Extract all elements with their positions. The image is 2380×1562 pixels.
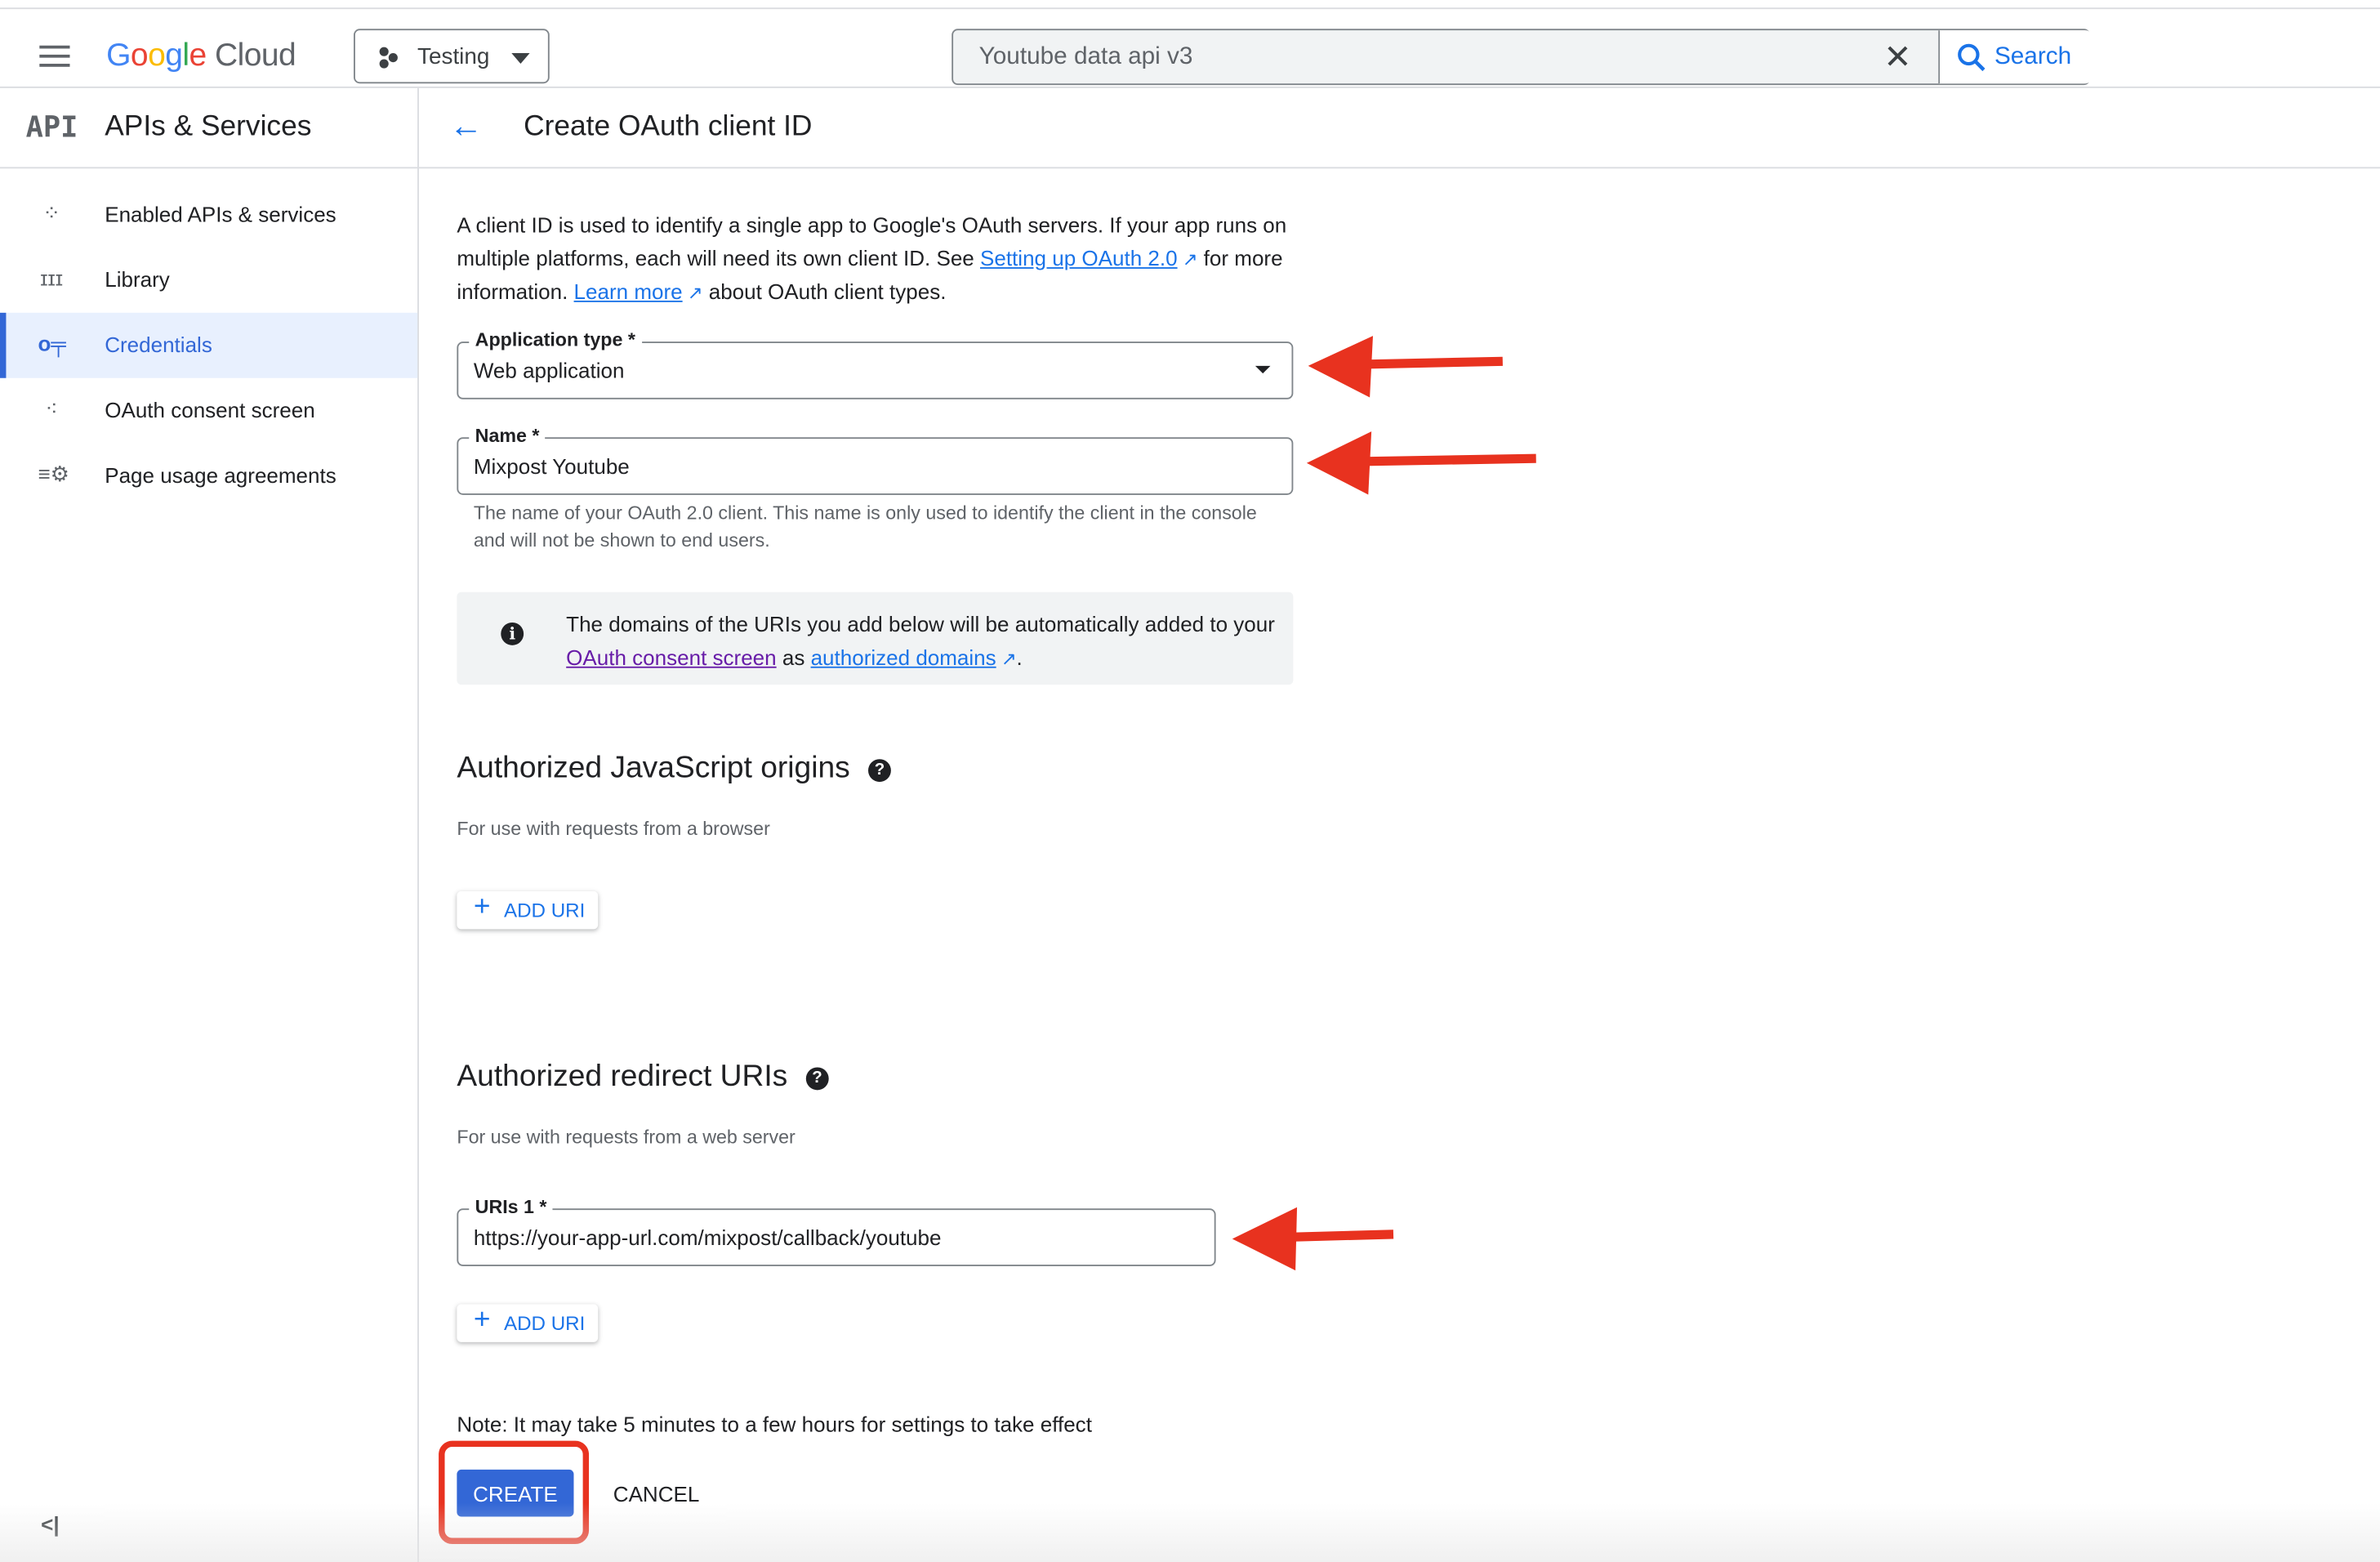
annotation-arrow-application-type [1308, 336, 1503, 398]
annotation-arrow-redirect-uri [1232, 1207, 1394, 1271]
annotation-arrow-name [1306, 431, 1536, 495]
annotation-arrows [1232, 336, 1536, 1271]
